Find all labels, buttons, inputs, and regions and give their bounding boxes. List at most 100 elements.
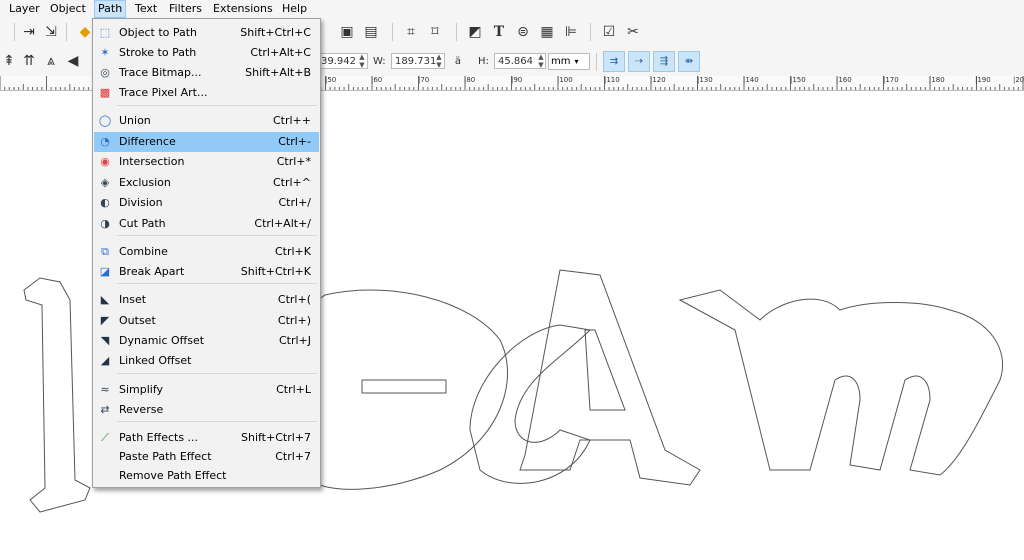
text-font-icon[interactable]: T [490, 23, 508, 41]
menu-item-inset[interactable]: ◣ Inset Ctrl+( [94, 290, 319, 310]
menu-item-shortcut: Ctrl+/ [278, 196, 312, 209]
menu-item-label: Break Apart [119, 265, 185, 278]
menu-item-shortcut: Shift+Ctrl+K [240, 265, 311, 278]
menu-item-label: Paste Path Effect [119, 450, 212, 463]
menu-item-label: Reverse [119, 403, 164, 416]
menu-filters[interactable]: Filters [166, 2, 205, 16]
menu-item-shortcut: Ctrl+* [276, 155, 311, 168]
menu-item-label: Dynamic Offset [119, 334, 205, 347]
menu-item-label: Difference [119, 135, 176, 148]
menu-item-outset[interactable]: ◤ Outset Ctrl+) [94, 311, 319, 331]
menu-item-shortcut: Shift+Alt+B [245, 66, 311, 79]
menu-item-label: Exclusion [119, 176, 171, 189]
menu-object[interactable]: Object [47, 2, 89, 16]
inset-icon: ◣ [100, 293, 110, 306]
menu-item-path-effects[interactable]: ⟋ Path Effects ... Shift+Ctrl+7 [94, 428, 319, 448]
menu-item-label: Remove Path Effect [119, 469, 227, 482]
menu-item-dynamic-offset[interactable]: ◥ Dynamic Offset Ctrl+J [94, 331, 319, 351]
lower-to-bottom-icon[interactable]: ◀ [64, 52, 82, 70]
h-label: H: [478, 56, 489, 67]
lower-icon[interactable]: ⩓ [42, 52, 60, 70]
simplify-icon: ≈ [100, 383, 110, 396]
menu-item-exclusion[interactable]: ◈ Exclusion Ctrl+^ [94, 173, 319, 193]
menu-item-label: Simplify [119, 383, 164, 396]
menu-item-intersection[interactable]: ◉ Intersection Ctrl+* [94, 152, 319, 172]
reverse-icon: ⇄ [100, 403, 110, 416]
menu-item-trace-bitmap[interactable]: ◎ Trace Bitmap... Shift+Alt+B [94, 63, 319, 83]
menu-item-label: Linked Offset [119, 354, 192, 367]
raise-icon[interactable]: ⇞ [0, 52, 18, 70]
menu-item-shortcut: Ctrl+7 [275, 450, 311, 463]
group-icon[interactable]: ▣ [338, 23, 356, 41]
unit-select[interactable]: mm ▾ [548, 53, 590, 70]
menu-item-remove-path-effect[interactable]: Remove Path Effect [94, 466, 319, 486]
toolbar-divider [14, 23, 15, 41]
menu-item-shortcut: Ctrl+J [278, 334, 311, 347]
ruler-label: |130 [697, 76, 713, 84]
deselect-icon[interactable]: ⌑ [426, 23, 444, 41]
select-same-icon[interactable]: ⌗ [402, 23, 420, 41]
menu-help[interactable]: Help [279, 2, 310, 16]
raise-to-top-icon[interactable]: ⇈ [20, 52, 38, 70]
height-spinner[interactable]: ▲ ▼ [537, 53, 545, 69]
xml-editor-icon[interactable]: ⊜ [514, 23, 532, 41]
menu-item-label: Object to Path [119, 26, 198, 39]
ruler-label: |70 [418, 76, 430, 84]
ruler-label: |50 [325, 76, 337, 84]
width-spinner[interactable]: ▲ ▼ [435, 53, 443, 69]
align-distribute-icon[interactable]: ⊫ [562, 23, 580, 41]
menu-item-object-to-path[interactable]: ⬚ Object to Path Shift+Ctrl+C [94, 23, 319, 43]
menu-item-trace-pixel-art[interactable]: ▩ Trace Pixel Art... [94, 83, 319, 103]
exclusion-icon: ◈ [100, 176, 110, 189]
document-properties-icon[interactable]: ☑ [600, 23, 618, 41]
menu-item-label: Trace Pixel Art... [119, 86, 208, 99]
menu-item-label: Intersection [119, 155, 185, 168]
transform-corners-button[interactable]: ⇢ [628, 51, 650, 72]
menu-layer[interactable]: Layer [6, 2, 43, 16]
menu-item-stroke-to-path[interactable]: ✶ Stroke to Path Ctrl+Alt+C [94, 43, 319, 63]
transform-patterns-button[interactable]: ⇻ [678, 51, 700, 72]
menu-item-difference[interactable]: ◔ Difference Ctrl+- [94, 132, 319, 152]
fill-stroke-icon[interactable]: ◩ [466, 23, 484, 41]
lock-icon[interactable]: ä [449, 52, 467, 70]
ruler-label: |200 [1013, 76, 1024, 84]
trace-bitmap-icon: ◎ [100, 66, 110, 79]
toolbar-divider [590, 23, 591, 41]
intersection-icon: ◉ [100, 155, 110, 168]
transform-gradients-button[interactable]: ⇶ [653, 51, 675, 72]
menu-item-union[interactable]: ◯ Union Ctrl++ [94, 111, 319, 131]
menu-text[interactable]: Text [132, 2, 160, 16]
objects-icon[interactable]: ▦ [538, 23, 556, 41]
break-apart-icon: ◪ [99, 265, 111, 278]
menu-item-label: Division [119, 196, 163, 209]
stroke-to-path-icon: ✶ [100, 46, 110, 59]
menu-item-paste-path-effect[interactable]: Paste Path Effect Ctrl+7 [94, 447, 319, 467]
menu-item-shortcut: Shift+Ctrl+7 [240, 431, 311, 444]
menu-item-shortcut: Ctrl+Alt+C [250, 46, 311, 59]
cut-path-icon: ◑ [100, 217, 110, 230]
menu-item-break-apart[interactable]: ◪ Break Apart Shift+Ctrl+K [94, 262, 319, 282]
transform-stroke-button[interactable]: ⇉ [603, 51, 625, 72]
ungroup-icon[interactable]: ▤ [362, 23, 380, 41]
menu-item-division[interactable]: ◐ Division Ctrl+/ [94, 193, 319, 213]
ruler-label: |150 [790, 76, 806, 84]
chevron-down-icon: ▾ [574, 57, 579, 66]
menu-item-linked-offset[interactable]: ◢ Linked Offset [94, 351, 319, 371]
menu-item-shortcut: Shift+Ctrl+C [240, 26, 311, 39]
union-icon: ◯ [98, 114, 112, 127]
menu-item-combine[interactable]: ⧉ Combine Ctrl+K [94, 242, 319, 262]
x-spinner[interactable]: ▲ ▼ [358, 53, 366, 69]
ruler-label: |160 [836, 76, 852, 84]
preferences-icon[interactable]: ✂ [624, 23, 642, 41]
menu-item-simplify[interactable]: ≈ Simplify Ctrl+L [94, 380, 319, 400]
menu-item-shortcut: Ctrl+L [276, 383, 311, 396]
menu-path[interactable]: Path [94, 0, 127, 18]
import-icon[interactable]: ⇥ [20, 23, 38, 41]
menu-item-shortcut: Ctrl+) [277, 314, 311, 327]
menu-extensions[interactable]: Extensions [210, 2, 276, 16]
toolbar-divider [456, 23, 457, 41]
outset-icon: ◤ [100, 314, 110, 327]
menu-item-reverse[interactable]: ⇄ Reverse [94, 400, 319, 420]
export-icon[interactable]: ⇲ [42, 23, 60, 41]
menu-item-cut-path[interactable]: ◑ Cut Path Ctrl+Alt+/ [94, 214, 319, 234]
